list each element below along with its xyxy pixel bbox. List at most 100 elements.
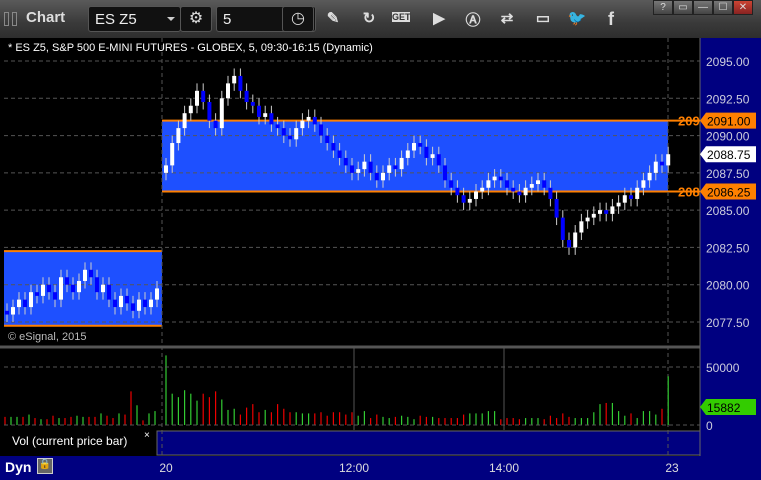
price-label: 2085.00 bbox=[706, 204, 750, 218]
candle-body bbox=[213, 120, 218, 129]
time-axis[interactable] bbox=[0, 456, 761, 480]
candle-body bbox=[238, 75, 243, 91]
candle-body bbox=[125, 295, 129, 304]
candle-body bbox=[59, 277, 63, 300]
candle-body bbox=[257, 105, 261, 117]
candle-body bbox=[629, 195, 633, 199]
candle-body bbox=[47, 284, 51, 293]
price-label: 2080.00 bbox=[706, 279, 750, 293]
range-band bbox=[162, 120, 668, 192]
candle-body bbox=[424, 146, 429, 158]
price-label: 2087.50 bbox=[706, 167, 750, 181]
candle-body bbox=[281, 128, 286, 136]
candle-body bbox=[480, 187, 485, 192]
candle-body bbox=[399, 157, 404, 170]
candle-body bbox=[201, 90, 206, 103]
candle-body bbox=[660, 161, 664, 166]
candle-body bbox=[275, 124, 280, 129]
candle-body bbox=[113, 299, 117, 308]
candle-body bbox=[381, 172, 385, 181]
level-low-tag: 2086.25 bbox=[707, 185, 751, 199]
candle-body bbox=[548, 187, 553, 199]
candle-body bbox=[312, 116, 317, 125]
lock-icon[interactable]: 🔒 bbox=[37, 458, 53, 474]
price-chart: 2095.00 2092.50 2090.00 2087.50 2085.00 2082.… bbox=[0, 38, 756, 458]
candle-body bbox=[523, 187, 528, 196]
candle-body bbox=[567, 239, 571, 248]
candle-body bbox=[536, 180, 540, 185]
candle-body bbox=[573, 232, 578, 248]
candle-body bbox=[77, 280, 81, 293]
candle-body bbox=[300, 120, 305, 129]
candle-body bbox=[11, 307, 15, 315]
time-label: 12:00 bbox=[338, 461, 370, 475]
candle-body bbox=[232, 75, 237, 84]
close-study-icon[interactable]: × bbox=[144, 430, 150, 441]
candle-body bbox=[405, 150, 410, 158]
chart-legend: * ES Z5, S&P 500 E-MINI FUTURES - GLOBEX… bbox=[8, 42, 373, 54]
volume-label: 50000 bbox=[706, 361, 740, 375]
candle-body bbox=[579, 221, 584, 233]
candle-body bbox=[343, 157, 348, 166]
candle-body bbox=[101, 284, 105, 293]
candle-body bbox=[418, 143, 423, 147]
dynamic-mode[interactable]: Dyn bbox=[5, 459, 31, 475]
last-price-tag: 2088.75 bbox=[707, 148, 751, 162]
candle-body bbox=[387, 165, 392, 173]
candle-body bbox=[182, 113, 187, 129]
copyright: © eSignal, 2015 bbox=[8, 331, 87, 343]
candle-body bbox=[604, 210, 609, 214]
candle-body bbox=[635, 187, 640, 199]
study-panel bbox=[156, 430, 701, 456]
candle-body bbox=[119, 295, 123, 308]
candle-body bbox=[368, 161, 373, 173]
candle-body bbox=[517, 191, 522, 196]
price-label: 2082.50 bbox=[706, 241, 750, 255]
candle-body bbox=[83, 269, 87, 281]
price-label: 2095.00 bbox=[706, 55, 750, 69]
candle-body bbox=[529, 184, 534, 188]
candle-body bbox=[319, 124, 323, 136]
candle-body bbox=[107, 284, 111, 300]
candle-body bbox=[647, 172, 652, 181]
candle-body bbox=[263, 113, 268, 117]
candle-body bbox=[591, 213, 596, 218]
candle-body bbox=[455, 187, 460, 196]
price-label: 2090.00 bbox=[706, 130, 750, 144]
candle-body bbox=[393, 165, 398, 170]
candle-body bbox=[53, 292, 57, 300]
candle-body bbox=[467, 198, 472, 203]
candle-body bbox=[195, 90, 199, 106]
candle-body bbox=[41, 284, 45, 296]
candle-body bbox=[29, 292, 33, 308]
candle-body bbox=[250, 102, 255, 106]
candle-body bbox=[610, 206, 615, 214]
time-label: 23 bbox=[665, 461, 679, 475]
candle-body bbox=[95, 277, 99, 293]
candle-body bbox=[71, 284, 75, 293]
candle-body bbox=[430, 154, 435, 158]
candle-body bbox=[331, 143, 336, 151]
candle-body bbox=[436, 154, 441, 166]
volume-study-label: Vol (current price bar) bbox=[12, 434, 128, 448]
candle-body bbox=[443, 165, 447, 181]
time-label: 14:00 bbox=[488, 461, 520, 475]
candle-body bbox=[350, 165, 354, 173]
candle-body bbox=[17, 299, 21, 308]
candle-body bbox=[412, 143, 416, 151]
candle-body bbox=[505, 180, 509, 188]
level-low-label: 208 bbox=[678, 184, 700, 199]
candle-body bbox=[585, 217, 590, 222]
candle-body bbox=[474, 191, 478, 199]
candle-body bbox=[137, 299, 141, 311]
time-label: 20 bbox=[159, 461, 173, 475]
candle-body bbox=[65, 277, 69, 285]
candle-body bbox=[374, 172, 379, 181]
candle-body bbox=[492, 176, 497, 181]
candle-body bbox=[23, 299, 27, 308]
candle-body bbox=[170, 143, 175, 166]
price-label: 2077.50 bbox=[706, 316, 750, 330]
level-high-label: 209 bbox=[678, 114, 700, 129]
candle-body bbox=[164, 165, 168, 173]
candle-body bbox=[288, 135, 292, 140]
